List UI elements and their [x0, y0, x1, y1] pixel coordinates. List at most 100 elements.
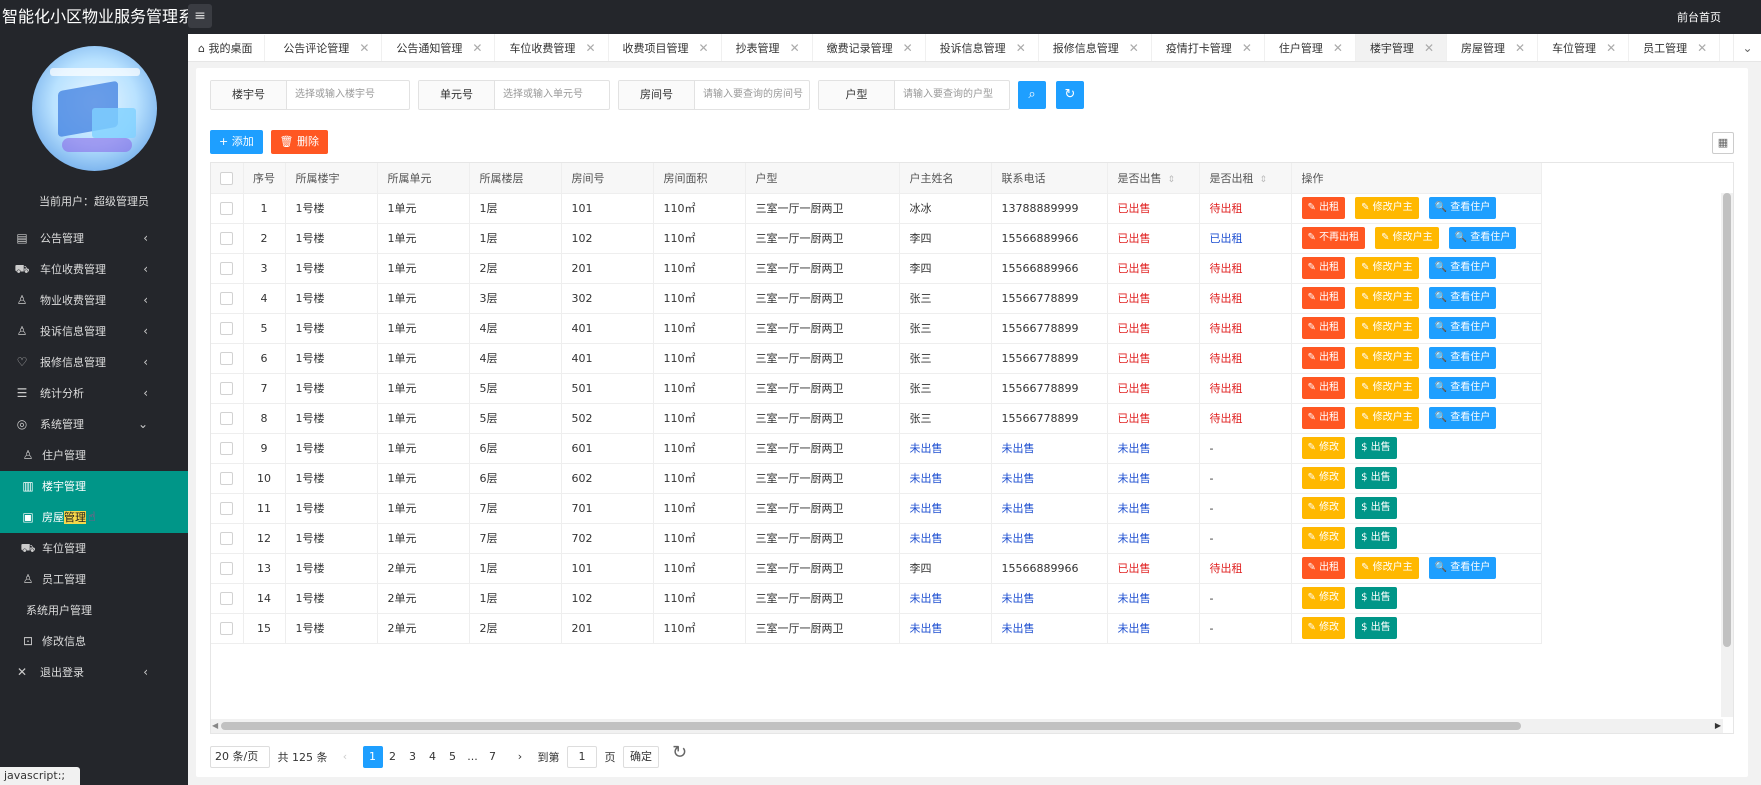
tab-item[interactable]: 投诉信息管理 ✕ — [926, 34, 1039, 61]
sidebar-item[interactable]: ☰ 统计分析 ‹ — [0, 378, 188, 409]
prev-page-button[interactable]: ‹ — [335, 746, 355, 768]
tab-item[interactable]: 公告通知管理 ✕ — [382, 34, 496, 61]
sell-button[interactable]: $ 出售 — [1355, 587, 1397, 609]
row-checkbox[interactable] — [211, 313, 244, 344]
edit-owner-button[interactable]: ✎ 修改户主 — [1355, 347, 1419, 369]
edit-button[interactable]: ✎ 修改 — [1301, 587, 1346, 609]
page-number[interactable]: 7 — [483, 746, 503, 768]
sidebar-subitem[interactable]: ▣ 房屋管理 ☝ — [0, 502, 188, 533]
page-number[interactable]: 1 — [362, 746, 383, 768]
sort-icon[interactable]: ⇕ — [1260, 175, 1268, 185]
rent-button[interactable]: ✎ 出租 — [1301, 347, 1346, 369]
tab-item[interactable]: 报修信息管理 ✕ — [1039, 34, 1152, 61]
tab-item[interactable]: 车位管理 ✕ — [1538, 34, 1630, 61]
column-filter-icon[interactable]: ▦ — [1712, 132, 1734, 154]
row-checkbox[interactable] — [211, 523, 244, 554]
close-icon[interactable]: ✕ — [699, 41, 709, 55]
sidebar-item[interactable]: ◎ 系统管理 ⌄ — [0, 409, 188, 440]
view-residents-button[interactable]: 🔍 查看住户 — [1428, 407, 1497, 429]
close-icon[interactable]: ✕ — [1129, 41, 1139, 55]
row-checkbox[interactable] — [211, 223, 244, 254]
row-checkbox[interactable] — [211, 253, 244, 284]
rent-button[interactable]: ✎ 出租 — [1301, 287, 1346, 309]
tab-item[interactable]: 抄表管理 ✕ — [722, 34, 813, 61]
rent-button[interactable]: ✎ 出租 — [1301, 317, 1346, 339]
row-checkbox[interactable] — [211, 493, 244, 524]
sell-button[interactable]: $ 出售 — [1355, 527, 1397, 549]
rent-button[interactable]: ✎ 出租 — [1301, 407, 1346, 429]
row-checkbox[interactable] — [211, 613, 244, 644]
close-icon[interactable]: ✕ — [1515, 41, 1525, 55]
vertical-scrollbar[interactable] — [1721, 193, 1733, 717]
select-all-checkbox[interactable] — [211, 163, 244, 194]
search-button[interactable]: ⌕ — [1018, 81, 1046, 109]
filter-input[interactable]: 请输入要查询的房间号 — [695, 81, 809, 109]
row-checkbox[interactable] — [211, 343, 244, 374]
sort-icon[interactable]: ⇕ — [1168, 175, 1176, 185]
stop-rent-button[interactable]: ✎ 不再出租 — [1301, 227, 1366, 249]
tab-item[interactable]: 缴费记录管理 ✕ — [813, 34, 926, 61]
edit-button[interactable]: ✎ 修改 — [1301, 437, 1346, 459]
tab-item[interactable]: 收费项目管理 ✕ — [609, 34, 722, 61]
front-home-link[interactable]: 前台首页 — [1677, 9, 1721, 25]
filter-input[interactable]: 请输入要查询的户型 — [895, 81, 1009, 109]
sidebar-item[interactable]: ♙ 物业收费管理 ‹ — [0, 285, 188, 316]
sidebar-subitem[interactable]: ⛟ 车位管理 — [0, 533, 188, 564]
edit-owner-button[interactable]: ✎ 修改户主 — [1355, 287, 1419, 309]
tab-item[interactable]: 房屋管理 ✕ — [1447, 34, 1539, 61]
reset-button[interactable]: ↻ — [1056, 81, 1084, 109]
tab-item[interactable]: 疫情打卡管理 ✕ — [1152, 34, 1265, 61]
horizontal-scrollbar[interactable]: ◀ ▶ — [211, 719, 1723, 733]
row-checkbox[interactable] — [211, 553, 244, 584]
view-residents-button[interactable]: 🔍 查看住户 — [1428, 287, 1497, 309]
close-icon[interactable]: ✕ — [1242, 41, 1252, 55]
row-checkbox[interactable] — [211, 193, 244, 224]
row-checkbox[interactable] — [211, 583, 244, 614]
sidebar-item[interactable]: ♙ 投诉信息管理 ‹ — [0, 316, 188, 347]
view-residents-button[interactable]: 🔍 查看住户 — [1428, 317, 1497, 339]
view-residents-button[interactable]: 🔍 查看住户 — [1428, 197, 1497, 219]
rent-button[interactable]: ✎ 出租 — [1301, 197, 1346, 219]
close-icon[interactable]: ✕ — [1606, 41, 1616, 55]
tab-item[interactable]: 员工管理 ✕ — [1629, 34, 1721, 61]
page-number[interactable]: 3 — [403, 746, 423, 768]
close-icon[interactable]: ✕ — [1424, 41, 1434, 55]
page-size-select[interactable]: 20 条/页 — [210, 746, 270, 768]
view-residents-button[interactable]: 🔍 查看住户 — [1428, 557, 1497, 579]
page-number[interactable]: 2 — [383, 746, 403, 768]
sidebar-subitem[interactable]: ♙ 住户管理 — [0, 440, 188, 471]
edit-owner-button[interactable]: ✎ 修改户主 — [1355, 197, 1419, 219]
row-checkbox[interactable] — [211, 403, 244, 434]
rent-button[interactable]: ✎ 出租 — [1301, 377, 1346, 399]
refresh-icon[interactable]: ↻ — [672, 742, 687, 763]
goto-confirm-button[interactable]: 确定 — [623, 746, 659, 768]
edit-owner-button[interactable]: ✎ 修改户主 — [1355, 407, 1419, 429]
add-button[interactable]: + 添加 — [210, 130, 263, 154]
row-checkbox[interactable] — [211, 283, 244, 314]
edit-owner-button[interactable]: ✎ 修改户主 — [1355, 557, 1419, 579]
close-icon[interactable]: ✕ — [585, 41, 595, 55]
edit-owner-button[interactable]: ✎ 修改户主 — [1355, 317, 1419, 339]
sidebar-subitem[interactable]: ▥ 楼宇管理 — [0, 471, 188, 502]
next-page-button[interactable]: › — [510, 746, 530, 768]
view-residents-button[interactable]: 🔍 查看住户 — [1428, 377, 1497, 399]
tab-item[interactable]: 住户管理 ✕ — [1265, 34, 1356, 61]
menu-toggle-icon[interactable]: ≡ — [188, 4, 212, 28]
view-residents-button[interactable]: 🔍 查看住户 — [1428, 257, 1497, 279]
tab-home[interactable]: ⌂ 我的桌面 — [188, 35, 266, 61]
page-number[interactable]: 5 — [443, 746, 463, 768]
edit-owner-button[interactable]: ✎ 修改户主 — [1375, 227, 1439, 249]
sell-button[interactable]: $ 出售 — [1355, 467, 1397, 489]
sidebar-item[interactable]: ♡ 报修信息管理 ‹ — [0, 347, 188, 378]
sidebar-item[interactable]: ▤ 公告管理 ‹ — [0, 223, 188, 254]
goto-page-input[interactable]: 1 — [567, 746, 597, 768]
close-icon[interactable]: ✕ — [472, 41, 482, 55]
sell-button[interactable]: $ 出售 — [1355, 497, 1397, 519]
close-icon[interactable]: ✕ — [1333, 41, 1343, 55]
view-residents-button[interactable]: 🔍 查看住户 — [1428, 347, 1497, 369]
close-icon[interactable]: ✕ — [790, 41, 800, 55]
rent-button[interactable]: ✎ 出租 — [1301, 257, 1346, 279]
edit-button[interactable]: ✎ 修改 — [1301, 497, 1346, 519]
edit-button[interactable]: ✎ 修改 — [1301, 617, 1346, 639]
chevron-down-icon[interactable]: ⌄ — [1733, 34, 1761, 61]
